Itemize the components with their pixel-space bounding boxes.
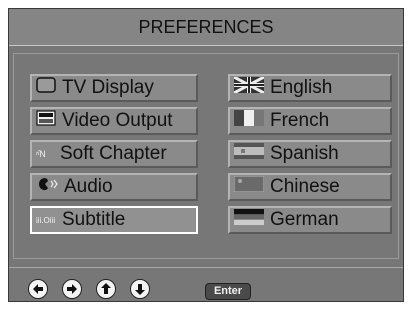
language-option-english[interactable]: English	[228, 74, 392, 102]
soft-chapter-icon: ⁿ̂N	[36, 149, 46, 159]
menu-item-label: TV Display	[62, 77, 154, 98]
menu-item-video-output[interactable]: Video Output	[30, 107, 198, 135]
uk-flag-icon	[233, 75, 265, 99]
chinese-flag-icon	[233, 175, 265, 198]
menu-item-label: Video Output	[62, 110, 173, 131]
preferences-screen: PREFERENCES TV Display Video Output ⁿ̂N …	[8, 8, 404, 302]
menu-item-tv-display[interactable]: TV Display	[30, 74, 198, 102]
menu-item-subtitle[interactable]: iii.Oiii Subtitle	[30, 206, 198, 234]
up-arrow-icon[interactable]	[96, 279, 116, 299]
down-arrow-icon[interactable]	[130, 279, 150, 299]
left-arrow-icon[interactable]	[28, 279, 48, 299]
menu-item-label: Subtitle	[62, 209, 126, 230]
right-arrow-icon[interactable]	[62, 279, 82, 299]
enter-button[interactable]: Enter	[205, 283, 251, 300]
menu-item-soft-chapter[interactable]: ⁿ̂N Soft Chapter	[30, 140, 198, 168]
menu-item-label: Audio	[64, 176, 113, 197]
menu-item-audio[interactable]: Audio	[30, 173, 198, 201]
subtitle-icon: iii.Oiii	[36, 215, 56, 225]
language-label: English	[270, 77, 333, 98]
french-flag-icon	[234, 110, 264, 132]
language-option-chinese[interactable]: Chinese	[228, 173, 392, 201]
german-flag-icon	[234, 209, 264, 231]
language-option-spanish[interactable]: Spanish	[228, 140, 392, 168]
footer-bar: Enter	[9, 267, 403, 302]
spanish-flag-icon	[234, 143, 264, 165]
language-label: Chinese	[270, 176, 340, 197]
language-label: German	[270, 209, 339, 230]
language-option-french[interactable]: French	[228, 107, 392, 135]
audio-icon	[36, 175, 58, 199]
menu-item-label: Soft Chapter	[60, 143, 167, 164]
page-title: PREFERENCES	[9, 9, 403, 46]
language-option-german[interactable]: German	[228, 206, 392, 234]
content-panel: TV Display Video Output ⁿ̂N Soft Chapter…	[13, 53, 399, 259]
language-label: Spanish	[270, 143, 339, 164]
video-output-icon	[36, 110, 56, 132]
language-label: French	[270, 110, 330, 131]
tv-icon	[36, 77, 56, 99]
